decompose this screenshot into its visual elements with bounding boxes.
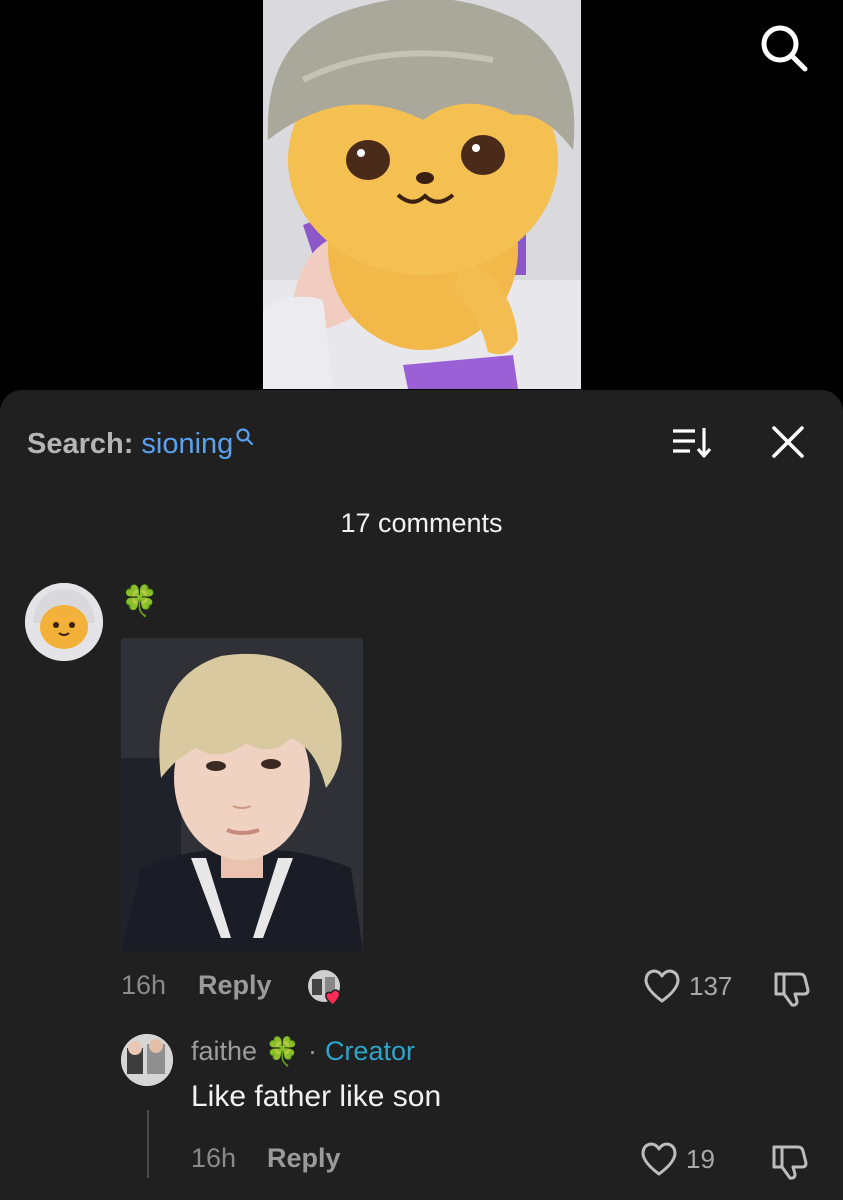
reply-button[interactable]: Reply [198, 970, 272, 1001]
like-count: 137 [689, 970, 733, 1001]
sort-icon[interactable] [670, 422, 714, 462]
reply-header: faithe 🍀 · Creator [191, 1035, 415, 1068]
reply-text: Like father like son [191, 1080, 442, 1113]
like-button[interactable]: 19 [640, 1141, 715, 1177]
like-count: 19 [686, 1143, 715, 1174]
search-header[interactable]: Search: sioning [27, 424, 255, 464]
username[interactable]: faithe [191, 1036, 257, 1067]
reply-time: 16h [191, 1143, 237, 1173]
reply-button[interactable]: Reply [267, 1143, 341, 1174]
reply-avatar[interactable] [121, 1034, 173, 1086]
video-thumbnail[interactable] [263, 0, 581, 389]
like-button[interactable]: 137 [643, 968, 732, 1004]
name-emoji: 🍀 [265, 1036, 300, 1067]
comment-count: 17 comments [340, 508, 503, 538]
plush-bear-image [263, 0, 581, 389]
thread-line [147, 1110, 149, 1178]
comment-time: 16h [121, 970, 167, 1000]
dislike-icon[interactable] [768, 1141, 810, 1183]
creator-liked-avatar [307, 969, 345, 1007]
comment-image[interactable] [121, 638, 363, 951]
close-icon[interactable] [768, 422, 808, 462]
search-term-link[interactable]: sioning [141, 428, 233, 461]
comment-text: 🍀 [121, 585, 159, 618]
dislike-icon[interactable] [770, 968, 812, 1010]
separator-dot: · [307, 1036, 317, 1066]
heart-icon [641, 1142, 677, 1176]
search-prefix: Search: [27, 427, 134, 460]
heart-icon [644, 969, 680, 1003]
search-icon[interactable] [756, 20, 812, 76]
search-term-icon [236, 428, 254, 446]
creator-badge: Creator [324, 1036, 415, 1066]
video-area[interactable] [0, 0, 843, 395]
avatar[interactable] [25, 583, 103, 661]
